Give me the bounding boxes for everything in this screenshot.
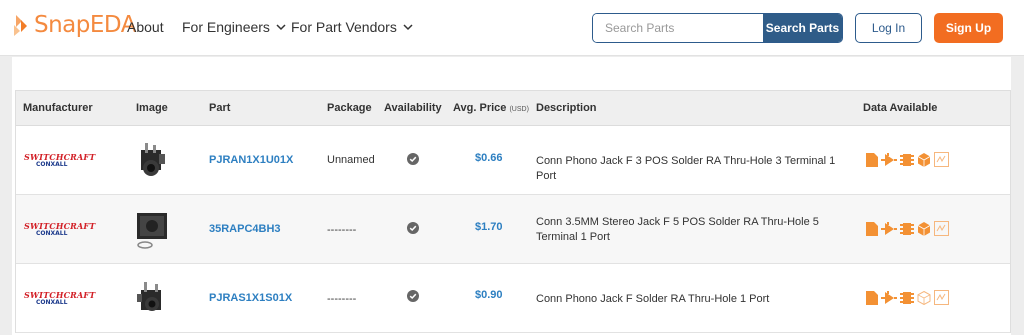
part-description: Conn Phono Jack F Solder RA Thru-Hole 1 …	[536, 293, 770, 305]
manufacturer-logo[interactable]: SWITCHCRAFT CONXALL	[24, 152, 96, 169]
part-number-link[interactable]: 35RAPC4BH3	[209, 223, 281, 235]
table-row[interactable]: SWITCHCRAFT CONXALL 35RAPC4BH3 -------- …	[16, 195, 1010, 264]
chevron-down-icon	[276, 24, 286, 31]
sim-model-outline-icon[interactable]	[934, 221, 949, 236]
table-row[interactable]: SWITCHCRAFT CONXALL PJRAN1X1U01X Unnamed…	[16, 126, 1010, 195]
nav-about[interactable]: About	[127, 19, 164, 35]
part-image[interactable]	[131, 209, 173, 251]
part-number-link[interactable]: PJRAN1X1U01X	[209, 154, 293, 166]
manufacturer-logo[interactable]: SWITCHCRAFT CONXALL	[24, 290, 96, 307]
content-area: Manufacturer Image Part Package Availabi…	[0, 57, 1024, 335]
symbol-icon[interactable]	[881, 152, 897, 167]
avg-price: $0.66	[475, 152, 503, 164]
avg-price: $1.70	[475, 221, 503, 233]
data-available-icons	[866, 290, 952, 305]
manufacturer-logo-line2: CONXALL	[36, 299, 68, 306]
part-image[interactable]	[131, 278, 173, 320]
symbol-icon[interactable]	[881, 221, 897, 236]
check-circle-icon	[407, 290, 419, 302]
parts-table: Manufacturer Image Part Package Availabi…	[15, 90, 1011, 333]
package-value: --------	[327, 224, 357, 236]
col-manufacturer: Manufacturer	[23, 102, 93, 114]
check-circle-icon	[407, 222, 419, 234]
part-number-link[interactable]: PJRAS1X1S01X	[209, 292, 292, 304]
check-circle-icon	[407, 153, 419, 165]
part-image[interactable]	[131, 140, 173, 182]
datasheet-icon[interactable]	[866, 290, 878, 305]
data-available-icons	[866, 221, 952, 236]
footprint-icon[interactable]	[900, 291, 914, 305]
search-input[interactable]	[593, 14, 763, 42]
search-parts-button[interactable]: Search Parts	[763, 14, 842, 42]
col-avg-price-label: Avg. Price	[453, 102, 507, 114]
manufacturer-logo-line2: CONXALL	[36, 161, 68, 168]
3d-model-outline-icon[interactable]	[917, 290, 931, 305]
datasheet-icon[interactable]	[866, 152, 878, 167]
logo-mark-icon	[14, 15, 27, 36]
logo-text: SnapEDA	[34, 12, 136, 38]
manufacturer-logo-line2: CONXALL	[36, 230, 68, 237]
avg-price: $0.90	[475, 289, 503, 301]
col-part: Part	[209, 102, 231, 114]
col-avg-price: Avg. Price (USD)	[453, 102, 529, 114]
nav-for-engineers[interactable]: For Engineers	[182, 19, 286, 35]
sim-model-outline-icon[interactable]	[934, 290, 949, 305]
datasheet-icon[interactable]	[866, 221, 878, 236]
3d-model-icon[interactable]	[917, 221, 931, 236]
part-description: Conn Phono Jack F 3 POS Solder RA Thru-H…	[536, 155, 836, 182]
symbol-icon[interactable]	[881, 290, 897, 305]
table-row[interactable]: SWITCHCRAFT CONXALL PJRAS1X1S01X -------…	[16, 264, 1010, 333]
col-image: Image	[136, 102, 168, 114]
sim-model-outline-icon[interactable]	[934, 152, 949, 167]
col-availability: Availability	[384, 102, 442, 114]
nav-for-engineers-label: For Engineers	[182, 19, 270, 35]
signup-button[interactable]: Sign Up	[934, 13, 1003, 43]
manufacturer-logo-line1: SWITCHCRAFT	[24, 221, 96, 231]
col-package: Package	[327, 102, 372, 114]
nav-about-label: About	[127, 19, 164, 35]
part-description: Conn 3.5MM Stereo Jack F 5 POS Solder RA…	[536, 216, 819, 243]
manufacturer-logo[interactable]: SWITCHCRAFT CONXALL	[24, 221, 96, 238]
data-available-icons	[866, 152, 952, 167]
snapeda-logo[interactable]: SnapEDA	[12, 12, 136, 38]
table-header: Manufacturer Image Part Package Availabi…	[16, 91, 1010, 126]
manufacturer-logo-line1: SWITCHCRAFT	[24, 152, 96, 162]
col-price-unit: (USD)	[509, 106, 529, 113]
chevron-down-icon	[403, 24, 413, 31]
search-bar: Search Parts	[592, 13, 843, 43]
col-data-available: Data Available	[863, 102, 938, 114]
login-button[interactable]: Log In	[855, 13, 922, 43]
top-navbar: SnapEDA About For Engineers For Part Ven…	[0, 0, 1024, 56]
package-value: Unnamed	[327, 154, 375, 166]
3d-model-icon[interactable]	[917, 152, 931, 167]
footprint-icon[interactable]	[900, 222, 914, 236]
package-value: --------	[327, 293, 357, 305]
footprint-icon[interactable]	[900, 153, 914, 167]
manufacturer-logo-line1: SWITCHCRAFT	[24, 290, 96, 300]
col-description: Description	[536, 102, 597, 114]
nav-for-part-vendors-label: For Part Vendors	[291, 19, 397, 35]
nav-for-part-vendors[interactable]: For Part Vendors	[291, 19, 413, 35]
